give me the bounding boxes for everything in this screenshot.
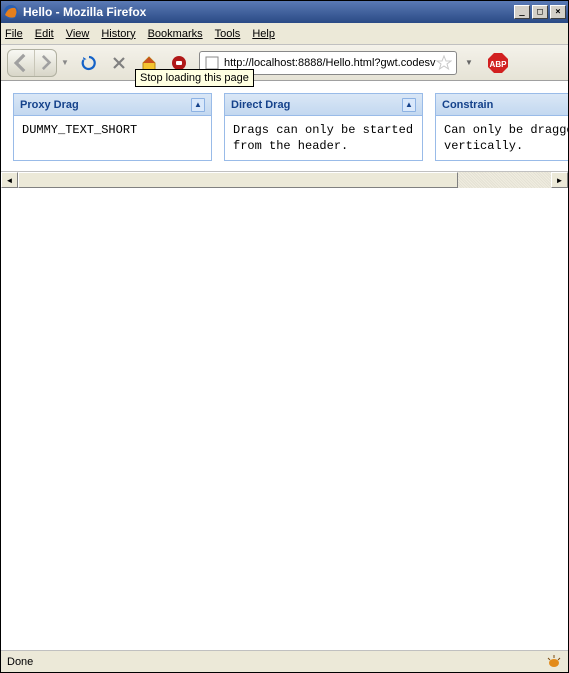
collapse-icon[interactable]: ▲: [402, 98, 416, 112]
svg-text:ABP: ABP: [490, 60, 508, 69]
panel-constrain[interactable]: Constrain ▲ Can only be dragged vertical…: [435, 93, 568, 161]
firebug-icon[interactable]: [546, 654, 562, 670]
horizontal-scrollbar[interactable]: ◄ ►: [1, 171, 568, 188]
panel-proxy-drag[interactable]: Proxy Drag ▲ DUMMY_TEXT_SHORT: [13, 93, 212, 161]
url-input[interactable]: [224, 57, 436, 69]
menu-tools[interactable]: Tools: [215, 28, 241, 40]
back-button[interactable]: [8, 50, 34, 76]
stop-button[interactable]: [107, 51, 131, 75]
panel-title: Constrain: [442, 99, 493, 111]
menu-bookmarks[interactable]: Bookmarks: [148, 28, 203, 40]
panel-title: Proxy Drag: [20, 99, 79, 111]
panel-body: Drags can only be started from the heade…: [225, 116, 422, 160]
bookmark-star-icon[interactable]: [436, 55, 452, 71]
scroll-thumb[interactable]: [18, 172, 458, 188]
panels-container: Proxy Drag ▲ DUMMY_TEXT_SHORT Direct Dra…: [1, 81, 568, 167]
adblock-plus-icon[interactable]: ABP: [487, 52, 509, 74]
reload-button[interactable]: [77, 51, 101, 75]
panel-title: Direct Drag: [231, 99, 290, 111]
maximize-button[interactable]: □: [532, 5, 548, 19]
forward-button[interactable]: [34, 50, 56, 76]
page-content: Proxy Drag ▲ DUMMY_TEXT_SHORT Direct Dra…: [1, 81, 568, 650]
panel-direct-drag[interactable]: Direct Drag ▲ Drags can only be started …: [224, 93, 423, 161]
menu-history[interactable]: History: [101, 28, 135, 40]
panel-header[interactable]: Proxy Drag ▲: [14, 94, 211, 116]
collapse-icon[interactable]: ▲: [191, 98, 205, 112]
window-title: Hello - Mozilla Firefox: [23, 5, 146, 19]
menu-file[interactable]: File: [5, 28, 23, 40]
navigation-toolbar: ▼ ▼ ABP: [1, 45, 568, 81]
panel-header[interactable]: Constrain ▲: [436, 94, 568, 116]
history-dropdown-icon[interactable]: ▼: [61, 58, 71, 67]
menu-help[interactable]: Help: [252, 28, 275, 40]
url-dropdown-icon[interactable]: ▼: [463, 58, 475, 67]
scroll-right-icon[interactable]: ►: [551, 172, 568, 188]
status-text: Done: [7, 656, 33, 668]
nav-buttons: [7, 49, 57, 77]
stop-button-tooltip: Stop loading this page: [135, 69, 254, 87]
window-titlebar: Hello - Mozilla Firefox _ □ ×: [1, 1, 568, 23]
minimize-button[interactable]: _: [514, 5, 530, 19]
scroll-track[interactable]: [18, 172, 551, 188]
panel-header[interactable]: Direct Drag ▲: [225, 94, 422, 116]
panel-body: DUMMY_TEXT_SHORT: [14, 116, 211, 148]
panel-body: Can only be dragged vertically.: [436, 116, 568, 160]
scroll-left-icon[interactable]: ◄: [1, 172, 18, 188]
menu-view[interactable]: View: [66, 28, 90, 40]
status-bar: Done: [1, 650, 568, 672]
firefox-icon: [3, 4, 19, 20]
menu-bar: File Edit View History Bookmarks Tools H…: [1, 23, 568, 45]
menu-edit[interactable]: Edit: [35, 28, 54, 40]
close-button[interactable]: ×: [550, 5, 566, 19]
